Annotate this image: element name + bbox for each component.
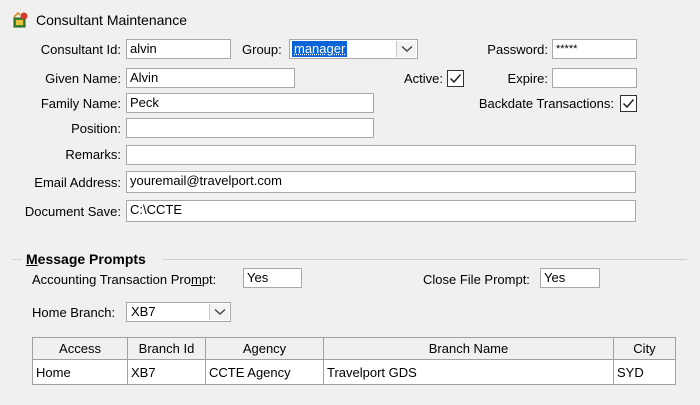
backdate-label: Backdate Transactions: xyxy=(478,96,614,111)
consultant-id-label: Consultant Id: xyxy=(40,42,121,57)
email-input[interactable]: youremail@travelport.com xyxy=(126,171,636,193)
consultant-id-input[interactable]: alvin xyxy=(126,39,231,59)
family-name-label: Family Name: xyxy=(40,96,121,111)
home-branch-dropdown-button[interactable] xyxy=(209,304,229,320)
accounting-prompt-input[interactable]: Yes xyxy=(243,268,302,288)
column-header-city[interactable]: City xyxy=(613,337,676,360)
expire-label: Expire: xyxy=(507,71,548,86)
checkmark-icon xyxy=(449,74,462,84)
table-row[interactable]: Home XB7 CCTE Agency Travelport GDS SYD xyxy=(32,359,676,385)
cell-agency[interactable]: CCTE Agency xyxy=(205,359,324,385)
cell-access[interactable]: Home xyxy=(32,359,128,385)
column-header-agency[interactable]: Agency xyxy=(205,337,324,360)
window-title: Consultant Maintenance xyxy=(36,12,187,28)
column-header-branch-name[interactable]: Branch Name xyxy=(323,337,614,360)
position-input[interactable] xyxy=(126,118,374,138)
chevron-down-icon xyxy=(214,308,226,315)
password-label: Password: xyxy=(487,42,548,57)
group-selected-value: manager xyxy=(292,41,348,57)
document-save-label: Document Save: xyxy=(24,204,121,219)
family-name-input[interactable]: Peck xyxy=(126,93,374,113)
consultant-app-icon xyxy=(12,11,30,29)
message-prompts-divider xyxy=(12,259,22,260)
column-header-branch-id[interactable]: Branch Id xyxy=(127,337,206,360)
group-select[interactable]: manager xyxy=(289,39,418,59)
active-checkbox[interactable] xyxy=(447,70,464,87)
group-label: Group: xyxy=(242,42,282,57)
home-branch-select[interactable]: XB7 xyxy=(126,302,231,322)
column-header-access[interactable]: Access xyxy=(32,337,128,360)
cell-city[interactable]: SYD xyxy=(613,359,676,385)
email-label: Email Address: xyxy=(34,175,121,190)
branch-table: Access Branch Id Agency Branch Name City… xyxy=(32,337,676,385)
table-header-row: Access Branch Id Agency Branch Name City xyxy=(32,337,676,360)
close-file-prompt-label: Close File Prompt: xyxy=(423,272,530,287)
position-label: Position: xyxy=(71,121,121,136)
document-save-input[interactable]: C:\CCTE xyxy=(126,200,636,222)
password-input[interactable]: ***** xyxy=(552,39,637,59)
backdate-checkbox[interactable] xyxy=(620,95,637,112)
checkmark-icon xyxy=(622,99,635,109)
close-file-prompt-input[interactable]: Yes xyxy=(540,268,600,288)
home-branch-selected-value: XB7 xyxy=(131,304,156,319)
message-prompts-divider xyxy=(163,259,687,260)
given-name-label: Given Name: xyxy=(45,71,121,86)
expire-input[interactable] xyxy=(552,68,637,88)
active-label: Active: xyxy=(403,71,443,86)
home-branch-label: Home Branch: xyxy=(32,305,116,320)
cell-branch-id[interactable]: XB7 xyxy=(127,359,206,385)
chevron-down-icon xyxy=(401,45,413,52)
accounting-prompt-label: Accounting Transaction Prompt: xyxy=(32,272,217,287)
remarks-input[interactable] xyxy=(126,145,636,165)
remarks-label: Remarks: xyxy=(65,147,121,162)
given-name-input[interactable]: Alvin xyxy=(126,68,295,88)
message-prompts-title: Message Prompts xyxy=(26,251,146,267)
cell-branch-name[interactable]: Travelport GDS xyxy=(323,359,614,385)
group-dropdown-button[interactable] xyxy=(396,41,416,57)
